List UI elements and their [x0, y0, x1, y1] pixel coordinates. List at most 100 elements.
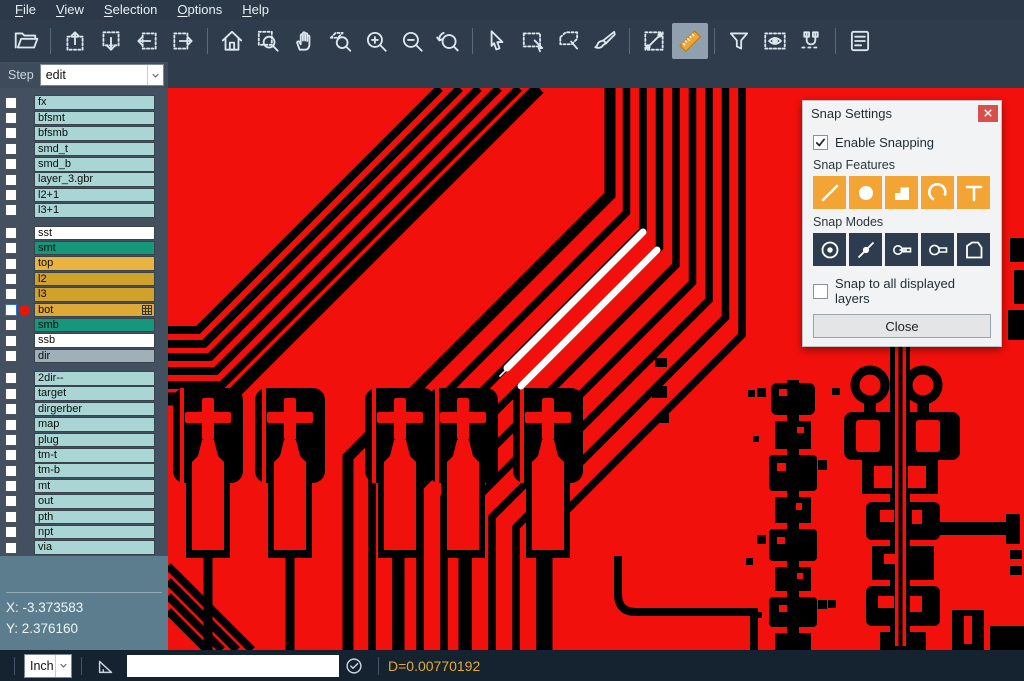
tool-zoom-object-button[interactable]	[322, 23, 358, 59]
layer-row-l2[interactable]: l2	[0, 271, 168, 286]
layer-row-l3+1[interactable]: l3+1	[0, 203, 168, 218]
layer-row-dirgerber[interactable]: dirgerber	[0, 401, 168, 416]
layer-row-sst[interactable]: sst	[0, 225, 168, 240]
tool-select-polygon-button[interactable]	[551, 23, 587, 59]
tool-filter-button[interactable]	[721, 23, 757, 59]
layer-visibility-checkbox[interactable]	[5, 434, 17, 446]
layer-row-smb[interactable]: smb	[0, 317, 168, 332]
layer-row-tm-t[interactable]: tm-t	[0, 448, 168, 463]
unit-dropdown[interactable]: Inch	[24, 654, 72, 678]
layer-row-map[interactable]: map	[0, 417, 168, 432]
snap-mode-midpoint-button[interactable]	[849, 233, 882, 266]
menu-options[interactable]: Options	[168, 0, 231, 20]
layer-visibility-checkbox[interactable]	[5, 511, 17, 523]
layer-visibility-checkbox[interactable]	[5, 542, 17, 554]
layer-visibility-checkbox[interactable]	[5, 465, 17, 477]
layer-row-l3[interactable]: l3	[0, 287, 168, 302]
layer-visibility-checkbox[interactable]	[5, 158, 17, 170]
snap-feature-arc-button[interactable]	[921, 176, 954, 209]
dialog-title-bar[interactable]: Snap Settings	[803, 101, 1001, 125]
layer-row-ssb[interactable]: ssb	[0, 333, 168, 348]
layer-row-npt[interactable]: npt	[0, 525, 168, 540]
tool-shift-down-button[interactable]	[93, 23, 129, 59]
layer-visibility-checkbox[interactable]	[5, 495, 17, 507]
layer-row-smd_b[interactable]: smd_b	[0, 157, 168, 172]
layer-row-bot[interactable]: bot	[0, 302, 168, 317]
refresh-check-icon[interactable]	[343, 655, 365, 677]
layer-visibility-checkbox[interactable]	[5, 227, 17, 239]
layer-row-smt[interactable]: smt	[0, 241, 168, 256]
tool-zoom-window-button[interactable]	[250, 23, 286, 59]
layer-visibility-checkbox[interactable]	[5, 335, 17, 347]
tool-snap-button[interactable]	[793, 23, 829, 59]
layer-visibility-checkbox[interactable]	[5, 127, 17, 139]
layer-visibility-checkbox[interactable]	[5, 372, 17, 384]
layer-row-layer_3.gbr[interactable]: layer_3.gbr	[0, 172, 168, 187]
snap-feature-pad-button[interactable]	[849, 176, 882, 209]
layer-visibility-checkbox[interactable]	[5, 273, 17, 285]
tool-shift-right-button[interactable]	[165, 23, 201, 59]
layer-row-smd_t[interactable]: smd_t	[0, 141, 168, 156]
layer-visibility-checkbox[interactable]	[5, 388, 17, 400]
layer-visibility-checkbox[interactable]	[5, 112, 17, 124]
layer-visibility-checkbox[interactable]	[5, 419, 17, 431]
tool-paint-button[interactable]	[587, 23, 623, 59]
layer-visibility-checkbox[interactable]	[5, 242, 17, 254]
layer-visibility-checkbox[interactable]	[5, 304, 17, 316]
layer-visibility-checkbox[interactable]	[5, 449, 17, 461]
layer-visibility-checkbox[interactable]	[5, 204, 17, 216]
tool-measure-ruler-button[interactable]	[672, 23, 708, 59]
tool-home-button[interactable]	[214, 23, 250, 59]
menu-selection[interactable]: Selection	[95, 0, 166, 20]
layer-row-pth[interactable]: pth	[0, 509, 168, 524]
layer-visibility-checkbox[interactable]	[5, 403, 17, 415]
menu-view[interactable]: View	[47, 0, 93, 20]
menu-file[interactable]: File	[6, 0, 45, 20]
layer-visibility-checkbox[interactable]	[5, 258, 17, 270]
snap-all-layers-checkbox[interactable]	[813, 284, 828, 299]
tool-shift-up-button[interactable]	[57, 23, 93, 59]
layer-row-target[interactable]: target	[0, 386, 168, 401]
close-button[interactable]: Close	[813, 314, 991, 338]
snap-mode-centerline-button[interactable]	[885, 233, 918, 266]
layer-visibility-checkbox[interactable]	[5, 480, 17, 492]
tool-report-button[interactable]	[842, 23, 878, 59]
tool-open-file-button[interactable]	[8, 23, 44, 59]
layer-row-mt[interactable]: mt	[0, 478, 168, 493]
layer-row-2dir--[interactable]: 2dir--	[0, 371, 168, 386]
layer-visibility-checkbox[interactable]	[5, 174, 17, 186]
layer-row-fx[interactable]: fx	[0, 95, 168, 110]
menu-help[interactable]: Help	[233, 0, 278, 20]
snap-mode-outline-button[interactable]	[921, 233, 954, 266]
layer-visibility-checkbox[interactable]	[5, 350, 17, 362]
tool-measure-line-button[interactable]	[636, 23, 672, 59]
tool-select-rectangle-button[interactable]	[515, 23, 551, 59]
snap-mode-vertex-button[interactable]	[957, 233, 990, 266]
dialog-close-button[interactable]	[978, 105, 998, 122]
enable-snapping-checkbox[interactable]	[813, 135, 828, 150]
layer-visibility-checkbox[interactable]	[5, 319, 17, 331]
layer-row-top[interactable]: top	[0, 256, 168, 271]
layer-row-tm-b[interactable]: tm-b	[0, 463, 168, 478]
layer-row-bfsmb[interactable]: bfsmb	[0, 126, 168, 141]
snap-feature-line-button[interactable]	[813, 176, 846, 209]
tool-shift-left-button[interactable]	[129, 23, 165, 59]
measure-input[interactable]	[127, 655, 339, 677]
layer-row-bfsmt[interactable]: bfsmt	[0, 110, 168, 125]
tool-zoom-in-button[interactable]	[358, 23, 394, 59]
snap-feature-surface-button[interactable]	[885, 176, 918, 209]
layer-visibility-checkbox[interactable]	[5, 143, 17, 155]
snap-mode-center-button[interactable]	[813, 233, 846, 266]
snap-feature-text-button[interactable]	[957, 176, 990, 209]
layer-row-out[interactable]: out	[0, 494, 168, 509]
layer-row-dir[interactable]: dir	[0, 348, 168, 363]
layer-visibility-checkbox[interactable]	[5, 526, 17, 538]
layer-row-via[interactable]: via	[0, 540, 168, 555]
step-dropdown[interactable]: edit	[40, 64, 164, 86]
layer-row-plug[interactable]: plug	[0, 432, 168, 447]
layer-visibility-checkbox[interactable]	[5, 97, 17, 109]
layer-visibility-checkbox[interactable]	[5, 189, 17, 201]
angle-measure-icon[interactable]	[95, 655, 117, 677]
tool-select-button[interactable]	[479, 23, 515, 59]
layer-row-l2+1[interactable]: l2+1	[0, 187, 168, 202]
